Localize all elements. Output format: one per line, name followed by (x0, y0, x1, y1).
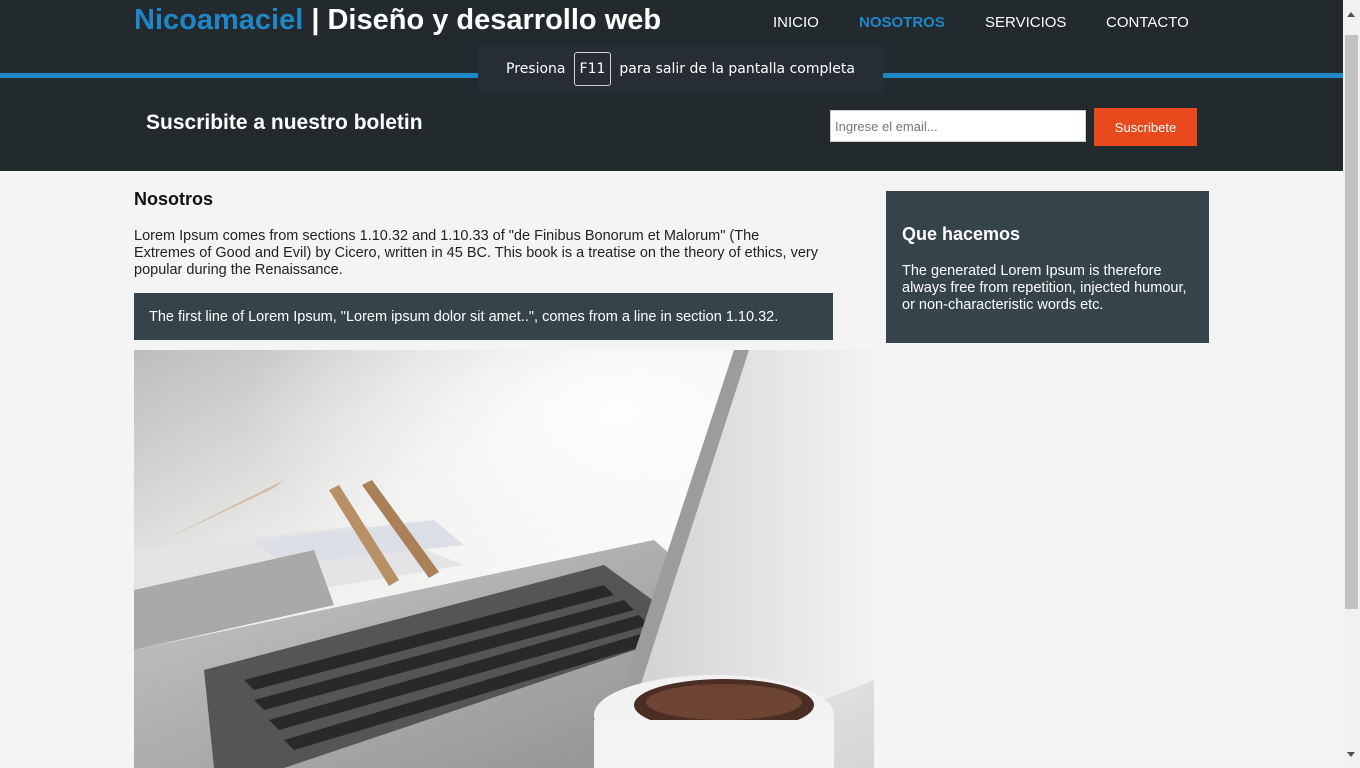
fullscreen-notice: Presiona F11 para salir de la pantalla c… (478, 45, 883, 93)
laptop-photo (134, 350, 874, 768)
nav-item-contacto[interactable]: CONTACTO (1106, 14, 1189, 32)
site-brand[interactable]: Nicoamaciel | Diseño y desarrollo web (134, 2, 661, 38)
brand-highlight: Nicoamaciel (134, 4, 304, 36)
newsletter-title: Suscribite a nuestro boletin (146, 111, 423, 134)
page-title: Nosotros (134, 189, 214, 209)
sidebar-title: Que hacemos (902, 224, 1021, 244)
nav-item-servicios[interactable]: SERVICIOS (985, 14, 1066, 32)
scroll-up-arrow-icon[interactable] (1347, 12, 1355, 17)
fullscreen-notice-before: Presiona (506, 61, 566, 77)
fullscreen-notice-after: para salir de la pantalla completa (619, 61, 855, 77)
scroll-down-arrow-icon[interactable] (1347, 752, 1355, 757)
brand-subtitle: | Diseño y desarrollo web (303, 4, 662, 36)
highlight-quote: The first line of Lorem Ipsum, "Lorem ip… (134, 293, 833, 340)
sidebar-que-hacemos: Que hacemos The generated Lorem Ipsum is… (886, 191, 1209, 343)
nav-item-inicio[interactable]: INICIO (773, 14, 819, 32)
quote-text: The first line of Lorem Ipsum, "Lorem ip… (149, 308, 779, 325)
intro-paragraph: Lorem Ipsum comes from sections 1.10.32 … (134, 228, 818, 278)
page-scrollbar[interactable] (1343, 0, 1360, 768)
scrollbar-thumb[interactable] (1345, 35, 1358, 609)
sidebar-text: The generated Lorem Ipsum is therefore a… (902, 263, 1187, 313)
subscribe-button[interactable]: Suscribete (1094, 108, 1197, 146)
nav-item-nosotros[interactable]: NOSOTROS (859, 14, 945, 32)
f11-key: F11 (573, 52, 612, 86)
email-field[interactable] (830, 110, 1086, 142)
hero-image-laptop (134, 350, 874, 768)
